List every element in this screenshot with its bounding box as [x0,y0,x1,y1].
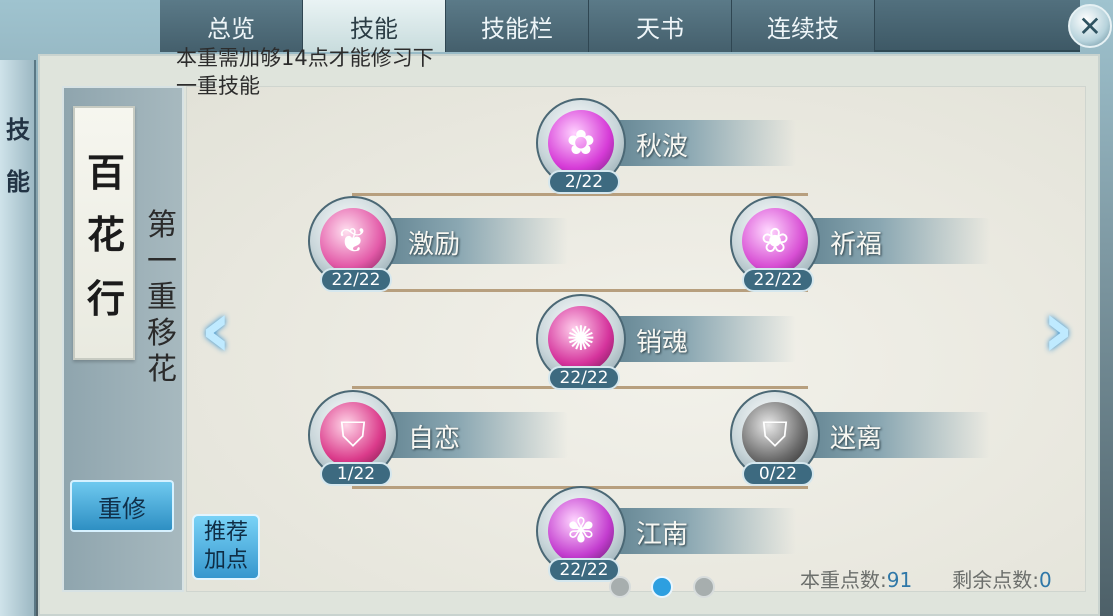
skill-name: 秋波 [636,132,689,162]
page-dot[interactable] [693,576,715,598]
skill-jili-icon: ❦ [320,208,386,274]
skill-level: 22/22 [320,268,392,292]
skill-name-bar [596,508,796,554]
skill-node[interactable]: ❦ 激励 22/22 [308,196,568,296]
next-page-arrow-icon[interactable]: › [1036,285,1080,375]
skill-name: 激励 [408,230,461,260]
tab-skill-bar[interactable]: 技能栏 [446,0,589,52]
skill-jiangnan-icon: ✾ [548,498,614,564]
remaining-points-label: 剩余点数: [952,568,1039,592]
recommend-points-button[interactable]: 推荐加点 [192,514,260,580]
skill-node[interactable]: ⛉ 自恋 1/22 [308,390,568,490]
page-indicator [609,576,715,598]
skill-name-bar [790,218,990,264]
prev-page-arrow-icon[interactable]: ‹ [194,285,238,375]
tier-title-char: 重 [147,280,177,315]
sect-char: 行 [86,276,125,321]
skill-name: 江南 [636,520,689,550]
sect-scroll: 百 花 行 [73,106,135,360]
skill-node[interactable]: ❀ 祈福 22/22 [730,196,990,296]
tier-hint: 本重需加够14点才能修习下一重技能 [176,46,434,98]
skill-name-bar [596,120,796,166]
side-tab-char: 能 [6,168,30,196]
remaining-points: 剩余点数:0 [952,564,1052,592]
skill-name: 销魂 [636,328,689,358]
skill-xiaohun-icon: ✺ [548,306,614,372]
close-button[interactable]: ✕ [1068,4,1112,48]
close-icon: ✕ [1078,9,1102,43]
sect-char: 花 [86,212,125,257]
skill-level: 1/22 [320,462,392,486]
tier-title-char: 花 [147,352,177,387]
skill-name: 祈福 [830,230,883,260]
page-dot[interactable] [609,576,631,598]
skill-level: 22/22 [742,268,814,292]
skill-name: 自恋 [408,424,461,454]
skill-name: 迷离 [830,424,883,454]
skill-node[interactable]: ⛉ 迷离 0/22 [730,390,990,490]
skill-level: 22/22 [548,366,620,390]
side-tab-char: 技 [6,116,30,144]
tier-title: 第 一 重 移 花 [142,208,182,388]
skill-level: 2/22 [548,170,620,194]
sect-column: 百 花 行 第 一 重 移 花 重修 [62,86,184,592]
skill-name-bar [596,316,796,362]
skill-name-bar [790,412,990,458]
skill-qifu-icon: ❀ [742,208,808,274]
tier-points-value: 91 [886,568,913,592]
tier-points: 本重点数:91 [800,564,913,592]
tier-title-char: 第 [147,208,177,243]
side-tab-skill[interactable]: 技 能 [0,60,36,616]
skill-node[interactable]: ✿ 秋波 2/22 [536,98,796,198]
page-dot-current[interactable] [651,576,673,598]
skill-node[interactable]: ✾ 江南 22/22 [536,486,796,586]
points-summary: 本重点数:91 剩余点数:0 [800,564,1070,592]
tab-combo[interactable]: 连续技 [732,0,875,52]
skill-name-bar [368,412,568,458]
tier-points-label: 本重点数: [800,568,887,592]
skill-level: 0/22 [742,462,814,486]
skill-qiubo-icon: ✿ [548,110,614,176]
skill-zilian-icon: ⛉ [320,402,386,468]
tier-title-char: 一 [147,244,177,279]
skill-mili-icon: ⛉ [742,402,808,468]
tier-title-char: 移 [147,316,177,351]
sect-char: 百 [86,150,125,195]
tab-heaven-book[interactable]: 天书 [589,0,732,52]
skill-name-bar [368,218,568,264]
remaining-points-value: 0 [1038,568,1052,592]
reset-button[interactable]: 重修 [70,480,174,532]
skill-node[interactable]: ✺ 销魂 22/22 [536,294,796,394]
